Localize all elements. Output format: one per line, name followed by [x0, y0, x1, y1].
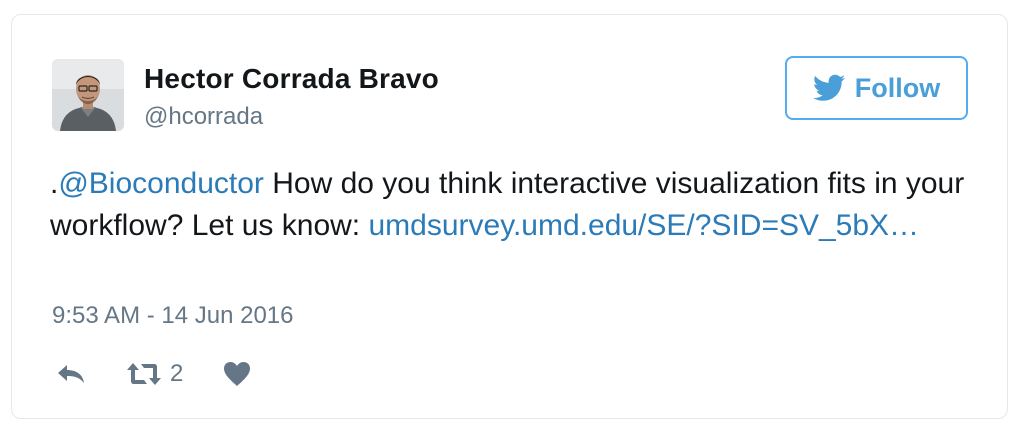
- like-button[interactable]: [223, 361, 251, 387]
- twitter-bird-icon: [812, 74, 845, 101]
- tweet-timestamp[interactable]: 9:53 AM - 14 Jun 2016: [52, 302, 294, 330]
- author-handle[interactable]: @hcorrada: [144, 103, 263, 131]
- survey-link[interactable]: umdsurvey.umd.edu/SE/?SID=SV_5bX…: [368, 209, 919, 242]
- mention-link[interactable]: @Bioconductor: [58, 167, 264, 200]
- tweet-card: Hector Corrada Bravo @hcorrada Follow .@…: [11, 14, 1008, 419]
- reply-icon: [58, 365, 84, 383]
- tweet-text: .@Bioconductor How do you think interact…: [50, 163, 980, 247]
- reply-button[interactable]: [56, 363, 86, 385]
- retweet-button[interactable]: 2: [126, 360, 183, 388]
- avatar[interactable]: [52, 59, 124, 131]
- retweet-icon: [127, 363, 161, 385]
- retweet-count: 2: [170, 360, 184, 387]
- follow-button-label: Follow: [854, 72, 941, 103]
- avatar-photo: [52, 59, 124, 131]
- tweet-actions: 2: [52, 359, 251, 389]
- author-name[interactable]: Hector Corrada Bravo: [144, 63, 439, 95]
- follow-button[interactable]: Follow: [785, 56, 968, 120]
- heart-icon: [224, 362, 251, 386]
